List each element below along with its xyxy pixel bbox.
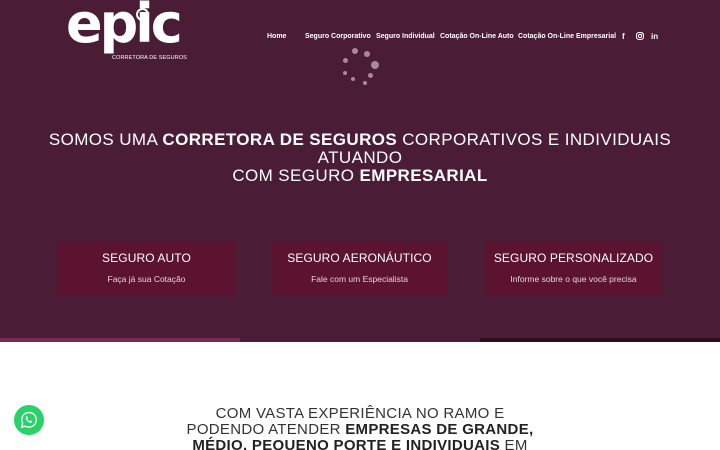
headline-text: COM SEGURO	[232, 166, 360, 185]
headline-strong: CORRETORA DE SEGUROS	[162, 130, 398, 149]
nav-item-seguro-corporativo[interactable]: Seguro Corporativo	[305, 33, 371, 40]
card-title: SEGURO AUTO	[102, 251, 191, 265]
card-subtitle: Faça já sua Cotação	[107, 274, 186, 284]
about-text-span: EM	[500, 437, 528, 450]
spinner-dot	[368, 73, 373, 78]
headline-text: CORPORATIVOS E INDIVIDUAIS	[397, 130, 672, 149]
linkedin-icon[interactable]: in	[651, 32, 658, 41]
hero-section: epic CORRETORA DE SEGUROS Home Seguro Co…	[0, 0, 720, 342]
spinner-dot	[351, 77, 355, 81]
nav-item-cotacao-auto[interactable]: Cotação On-Line Auto	[440, 33, 514, 40]
about-text: COM VASTA EXPERIÊNCIA NO RAMO E PODENDO …	[150, 406, 570, 450]
about-text-span: PODENDO ATENDER	[186, 421, 346, 438]
card-title: SEGURO AERONÁUTICO	[287, 251, 432, 265]
section-divider-right	[480, 338, 720, 342]
hero-headline: SOMOS UMA CORRETORA DE SEGUROS CORPORATI…	[40, 131, 680, 185]
headline-text: SOMOS UMA	[48, 130, 163, 149]
card-seguro-personalizado[interactable]: SEGURO PERSONALIZADO Informe sobre o que…	[485, 241, 662, 295]
spinner-dot	[343, 58, 348, 63]
logo-e-mark-icon	[136, 8, 149, 21]
card-seguro-aeronautico[interactable]: SEGURO AERONÁUTICO Fale com um Especiali…	[271, 241, 448, 295]
section-divider-left	[0, 338, 240, 342]
nav-item-home[interactable]: Home	[267, 33, 286, 40]
instagram-glyph	[636, 32, 644, 40]
spinner-dot	[371, 61, 379, 69]
spinner-dot	[363, 81, 367, 85]
card-seguro-auto[interactable]: SEGURO AUTO Faça já sua Cotação	[58, 241, 235, 295]
headline-strong: EMPRESARIAL	[359, 166, 488, 185]
instagram-icon[interactable]	[636, 32, 644, 42]
facebook-icon[interactable]: f	[622, 32, 625, 41]
card-title: SEGURO PERSONALIZADO	[493, 251, 654, 265]
card-subtitle: Informe sobre o que você precisa	[510, 274, 637, 284]
nav-item-seguro-individual[interactable]: Seguro Individual	[376, 33, 435, 40]
spinner-dot	[343, 71, 347, 75]
logo-wordmark: epic	[66, 0, 183, 55]
nav-item-cotacao-empresarial[interactable]: Cotação On-Line Empresarial	[518, 33, 616, 40]
about-line: COM VASTA EXPERIÊNCIA NO RAMO E	[215, 405, 505, 422]
spinner-dot	[364, 51, 370, 57]
card-subtitle: Fale com um Especialista	[311, 274, 408, 284]
headline-line: ATUANDO	[317, 148, 403, 167]
loading-spinner-icon	[340, 48, 380, 88]
logo-subtitle: CORRETORA DE SEGUROS	[112, 55, 187, 61]
epic-logo[interactable]: epic CORRETORA DE SEGUROS	[66, 0, 187, 66]
whatsapp-button[interactable]	[14, 405, 44, 435]
whatsapp-icon	[20, 411, 37, 429]
about-strong: MÉDIO, PEQUENO PORTE E INDIVIDUAIS	[192, 437, 501, 450]
about-strong: EMPRESAS DE GRANDE,	[345, 421, 534, 438]
spinner-dot	[352, 48, 358, 54]
